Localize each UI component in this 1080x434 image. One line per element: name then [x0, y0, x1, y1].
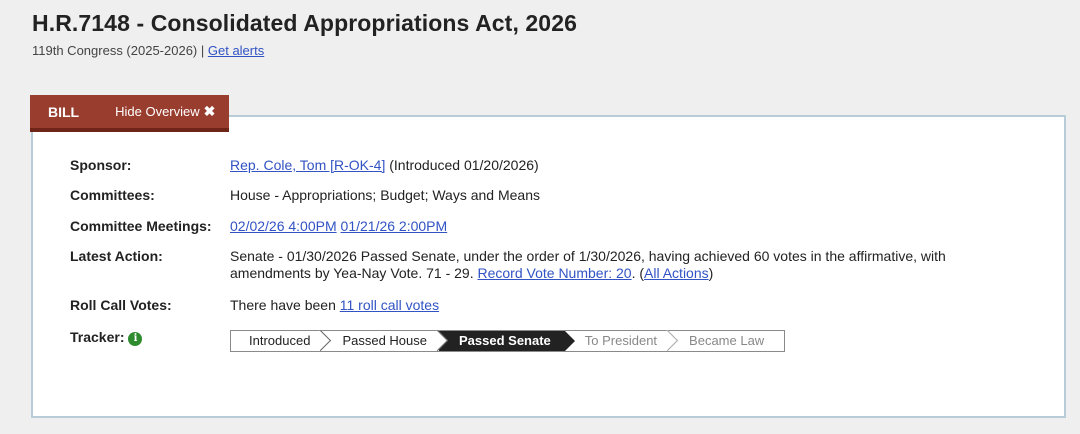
committees-label: Committees: [70, 187, 155, 203]
hide-overview-button[interactable]: Hide Overview ✖ [115, 103, 215, 120]
sponsor-introduced: (Introduced 01/20/2026) [385, 157, 539, 173]
bill-tracker: Introduced Passed House Passed Senate To… [230, 330, 786, 352]
tracker-label: Tracker: [70, 329, 125, 345]
committee-meetings-value: 02/02/26 4:00PM 01/21/26 2:00PM [230, 218, 1010, 235]
all-actions-link[interactable]: All Actions [644, 265, 709, 281]
separator: | [197, 43, 208, 58]
info-icon[interactable]: i [128, 332, 143, 346]
latest-action-value: Senate - 01/30/2026 Passed Senate, under… [230, 248, 1010, 282]
bill-tab-bar: BILL Hide Overview ✖ [30, 95, 230, 132]
tracker-step-introduced: Introduced [231, 331, 322, 351]
get-alerts-link[interactable]: Get alerts [208, 43, 264, 58]
hide-overview-label: Hide Overview [115, 104, 200, 119]
tracker-step-passed-senate: Passed Senate [439, 331, 575, 351]
committees-value: House - Appropriations; Budget; Ways and… [230, 187, 540, 203]
overview-panel: Sponsor: Rep. Cole, Tom [R-OK-4] (Introd… [31, 115, 1066, 418]
roll-call-label: Roll Call Votes: [70, 297, 172, 313]
record-vote-link[interactable]: Record Vote Number: 20 [478, 265, 632, 281]
latest-action-tail: . ( [631, 265, 645, 281]
sponsor-value: Rep. Cole, Tom [R-OK-4] (Introduced 01/2… [230, 157, 1010, 174]
roll-call-link[interactable]: 11 roll call votes [340, 297, 439, 313]
page-title: H.R.7148 - Consolidated Appropriations A… [32, 10, 577, 36]
tracker-label-row: Tracker: i [70, 329, 143, 346]
sponsor-link[interactable]: Rep. Cole, Tom [R-OK-4] [230, 157, 385, 173]
latest-action-close: ) [708, 265, 714, 281]
tracker-step-passed-house: Passed House [322, 331, 439, 351]
latest-action-label: Latest Action: [70, 248, 163, 264]
tracker-step-to-president: To President [565, 331, 669, 351]
congress-label: 119th Congress (2025-2026) [32, 43, 198, 58]
roll-call-prefix: There have been [230, 297, 340, 313]
meeting-link-2[interactable]: 01/21/26 2:00PM [341, 218, 448, 234]
tab-bill[interactable]: BILL [48, 104, 79, 120]
x-icon: ✖ [203, 103, 216, 119]
congress-line: 119th Congress (2025-2026) | Get alerts [32, 43, 264, 58]
tracker-step-became-law: Became Law [689, 333, 765, 348]
meeting-link-1[interactable]: 02/02/26 4:00PM [230, 218, 337, 234]
roll-call-value: There have been 11 roll call votes [230, 297, 1010, 314]
sponsor-label: Sponsor: [70, 157, 132, 173]
committee-meetings-label: Committee Meetings: [70, 218, 212, 234]
